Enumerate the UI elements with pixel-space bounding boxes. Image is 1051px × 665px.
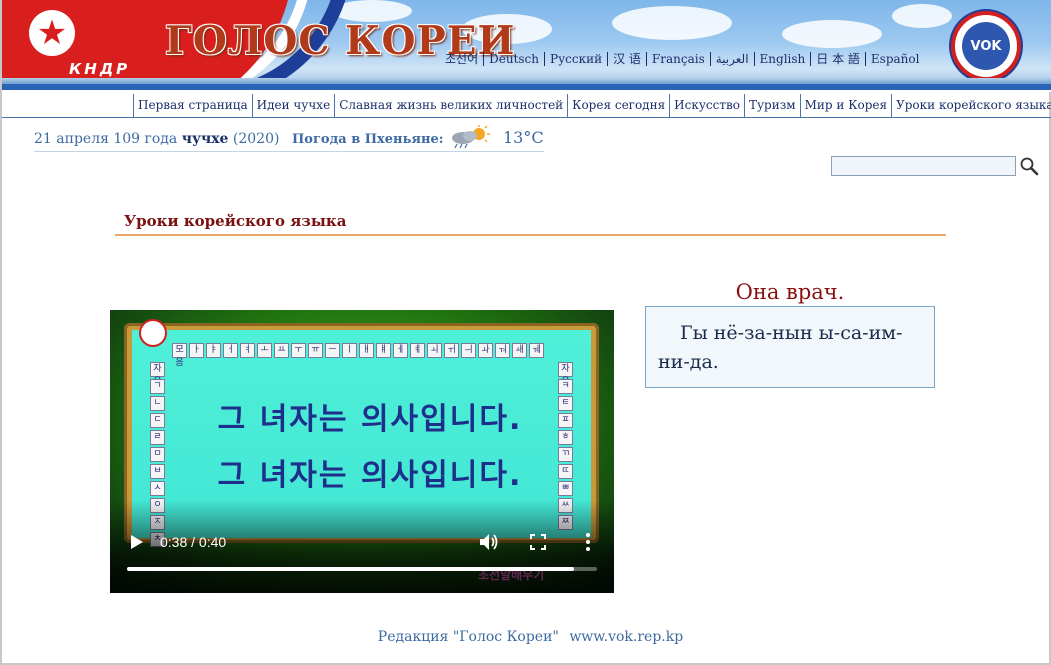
- consonant-cell: ㅃ: [558, 481, 573, 496]
- header-divider: [2, 84, 1051, 92]
- language-link[interactable]: 조선어: [445, 52, 483, 66]
- date-text: 21 апреля 109 года: [34, 131, 178, 147]
- consonant-cell: ㅌ: [558, 396, 573, 411]
- russian-phrase: Она врач.: [735, 280, 845, 304]
- vowel-cell: ㅏ: [189, 343, 204, 358]
- lesson-video-player[interactable]: 모음ㅏㅑㅓㅕㅗㅛㅜㅠㅡㅣㅐㅒㅔㅖㅚㅟㅢㅘㅝㅙㅞ 자음ㄱㄴㄷㄹㅁㅂㅅㅇㅈㅊ 자음ㅋ…: [110, 310, 614, 593]
- vowel-cell: ㅣ: [342, 343, 357, 358]
- cloud-decoration: [782, 20, 882, 48]
- vowel-cell: ㅒ: [376, 343, 391, 358]
- vowel-cell: ㅕ: [240, 343, 255, 358]
- vowel-cell: ㅐ: [359, 343, 374, 358]
- partly-cloudy-rain-icon: [452, 125, 490, 149]
- language-link[interactable]: Français: [645, 52, 710, 66]
- korean-sentence-1: 그 녀자는 의사입니다.: [217, 402, 523, 437]
- consonant-cell: 자음: [150, 362, 165, 387]
- vowel-cell: ㅛ: [274, 343, 289, 358]
- vowel-cell: ㅘ: [478, 343, 493, 358]
- nav-item[interactable]: Уроки корейского языка: [892, 94, 1051, 117]
- play-icon[interactable]: [128, 534, 144, 550]
- consonant-cell: ㅁ: [150, 447, 165, 462]
- consonant-cell: 자음: [558, 362, 573, 387]
- cloud-decoration: [892, 4, 952, 28]
- nav-item[interactable]: Славная жизнь великих личностей: [335, 94, 569, 117]
- consonant-cell: ㅅ: [150, 481, 165, 496]
- vowel-cell: ㅢ: [461, 343, 476, 358]
- juche-label: чучхе: [181, 131, 229, 147]
- section-underline: [115, 234, 946, 236]
- consonant-cell: ㄱ: [150, 379, 165, 394]
- footer-website-link[interactable]: www.vok.rep.kp: [569, 629, 683, 645]
- search-icon[interactable]: [1019, 156, 1039, 176]
- vowel-cell: ㅖ: [410, 343, 425, 358]
- vowel-cell: ㅑ: [206, 343, 221, 358]
- more-options-icon[interactable]: [585, 532, 591, 552]
- language-link[interactable]: 汉 语: [607, 52, 646, 66]
- vowel-cell: ㅝ: [495, 343, 510, 358]
- language-link[interactable]: Русский: [544, 52, 607, 66]
- date-underline: [34, 151, 544, 152]
- vowel-cell: ㅞ: [529, 343, 544, 358]
- vowel-cell: ㅓ: [223, 343, 238, 358]
- consonant-cell: ㄹ: [150, 430, 165, 445]
- year-text: (2020): [232, 131, 280, 147]
- consonant-cell: ㅍ: [558, 413, 573, 428]
- page: ★ КНДР ГОЛОС КОРЕИ 조선어 Deutsch Русский 汉 语F…: [0, 0, 1051, 665]
- consonant-cell: ㄸ: [558, 464, 573, 479]
- nav-item[interactable]: Идеи чучхе: [253, 94, 336, 117]
- consonant-cell: ㄷ: [150, 413, 165, 428]
- language-link[interactable]: English: [753, 52, 811, 66]
- video-time: 0:38 / 0:40: [160, 534, 227, 550]
- flag-star-icon: ★: [29, 10, 75, 56]
- language-link[interactable]: 日 本 語: [810, 52, 865, 66]
- consonant-cell: ㅋ: [558, 379, 573, 394]
- vowel-chart: 모음 ㅏㅑㅓㅕㅗㅛㅜㅠㅡㅣㅐㅒㅔㅖㅚㅟㅢㅘㅝㅙㅞ: [172, 343, 544, 368]
- transliteration-box: Гы нё-за-нын ы-са-им-ни-да.: [645, 306, 935, 388]
- consonant-cell: ㅎ: [558, 430, 573, 445]
- country-badge: КНДР: [69, 60, 131, 78]
- language-link[interactable]: Deutsch: [483, 52, 544, 66]
- nav-item[interactable]: Мир и Корея: [801, 94, 893, 117]
- video-progress-fill: [127, 567, 574, 571]
- korean-sentence-2: 그 녀자는 의사입니다.: [217, 458, 523, 493]
- vok-logo-text: VOK: [962, 22, 1010, 70]
- consonant-cell: ㅂ: [150, 464, 165, 479]
- vowel-cell: ㅚ: [427, 343, 442, 358]
- nav-divider: [2, 117, 1051, 118]
- nav-item[interactable]: Искусство: [670, 94, 745, 117]
- weather-label: Погода в Пхеньяне:: [292, 132, 444, 147]
- main-nav: Первая страница Идеи чучхе Славная жизнь в…: [133, 94, 1051, 117]
- section-title: Уроки корейского языка: [124, 212, 347, 230]
- consonant-cell: ㄲ: [558, 447, 573, 462]
- video-logo-icon: [139, 319, 167, 347]
- vowel-cell: ㅙ: [512, 343, 527, 358]
- cloud-decoration: [612, 6, 732, 40]
- footer: Редакция "Голос Кореи" www.vok.rep.kp: [2, 629, 1051, 645]
- nav-item[interactable]: Первая страница: [134, 94, 253, 117]
- language-link[interactable]: العربية: [709, 52, 754, 66]
- vowel-cell: 모음: [172, 343, 187, 368]
- nav-item[interactable]: Туризм: [745, 94, 801, 117]
- language-link[interactable]: Español: [864, 52, 925, 66]
- consonant-cell: ㄴ: [150, 396, 165, 411]
- vok-logo[interactable]: VOK: [951, 11, 1021, 81]
- volume-icon[interactable]: [479, 533, 499, 551]
- nav-item[interactable]: Корея сегодня: [568, 94, 671, 117]
- vowel-cell: ㅜ: [291, 343, 306, 358]
- temperature: 13°C: [503, 128, 544, 147]
- language-bar: 조선어 Deutsch Русский 汉 语 Français العربية Engli…: [445, 52, 924, 66]
- vowel-cell: ㅟ: [444, 343, 459, 358]
- vowel-cell: ㅔ: [393, 343, 408, 358]
- vowel-cell: ㅡ: [325, 343, 340, 358]
- video-progress-bar[interactable]: [127, 567, 597, 571]
- date-display: 21 апреля 109 года чучхе (2020): [34, 131, 279, 147]
- search-input[interactable]: [831, 156, 1016, 176]
- transliteration-text: Гы нё-за-нын ы-са-им-ни-да.: [658, 322, 903, 373]
- vowel-cell: ㅗ: [257, 343, 272, 358]
- fullscreen-icon[interactable]: [530, 534, 546, 550]
- footer-editorial: Редакция "Голос Кореи": [377, 629, 559, 645]
- vowel-cell: ㅠ: [308, 343, 323, 358]
- site-header: ★ КНДР ГОЛОС КОРЕИ 조선어 Deutsch Русский 汉 语F…: [2, 0, 1051, 92]
